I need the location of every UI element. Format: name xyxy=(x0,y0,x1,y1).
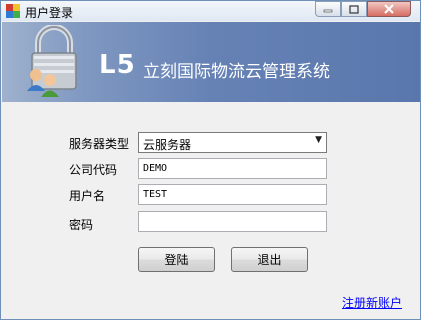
minimize-icon xyxy=(323,9,333,13)
close-button[interactable] xyxy=(367,1,411,17)
maximize-button[interactable] xyxy=(341,1,367,17)
login-button[interactable]: 登陆 xyxy=(138,247,215,272)
login-window: 用户登录 L5 立刻国际物流云管理系统 服务器类型 云服务器 ▼ 公司代码 DE… xyxy=(0,0,421,320)
logo-mark: L5 xyxy=(99,50,136,80)
close-icon xyxy=(384,4,394,14)
minimize-button[interactable] xyxy=(315,1,341,17)
company-code-input[interactable] xyxy=(138,158,327,179)
username-input[interactable] xyxy=(138,184,327,205)
title-bar[interactable]: 用户登录 xyxy=(1,1,420,21)
username-label: 用户名 xyxy=(69,189,106,203)
company-code-label: 公司代码 xyxy=(69,163,118,177)
lock-users-icon xyxy=(27,25,77,97)
app-icon xyxy=(6,4,20,18)
chevron-down-icon: ▼ xyxy=(315,135,322,145)
maximize-icon xyxy=(349,4,359,14)
server-type-label: 服务器类型 xyxy=(69,137,130,151)
server-type-select[interactable]: 云服务器 ▼ xyxy=(138,132,327,153)
exit-button[interactable]: 退出 xyxy=(231,247,308,272)
window-title: 用户登录 xyxy=(25,6,74,20)
system-name: 立刻国际物流云管理系统 xyxy=(143,62,330,82)
register-link[interactable]: 注册新账户 xyxy=(342,294,402,311)
server-type-value: 云服务器 xyxy=(143,138,192,152)
password-label: 密码 xyxy=(69,218,94,232)
password-input[interactable] xyxy=(138,211,327,232)
header-banner: L5 立刻国际物流云管理系统 xyxy=(2,22,420,102)
